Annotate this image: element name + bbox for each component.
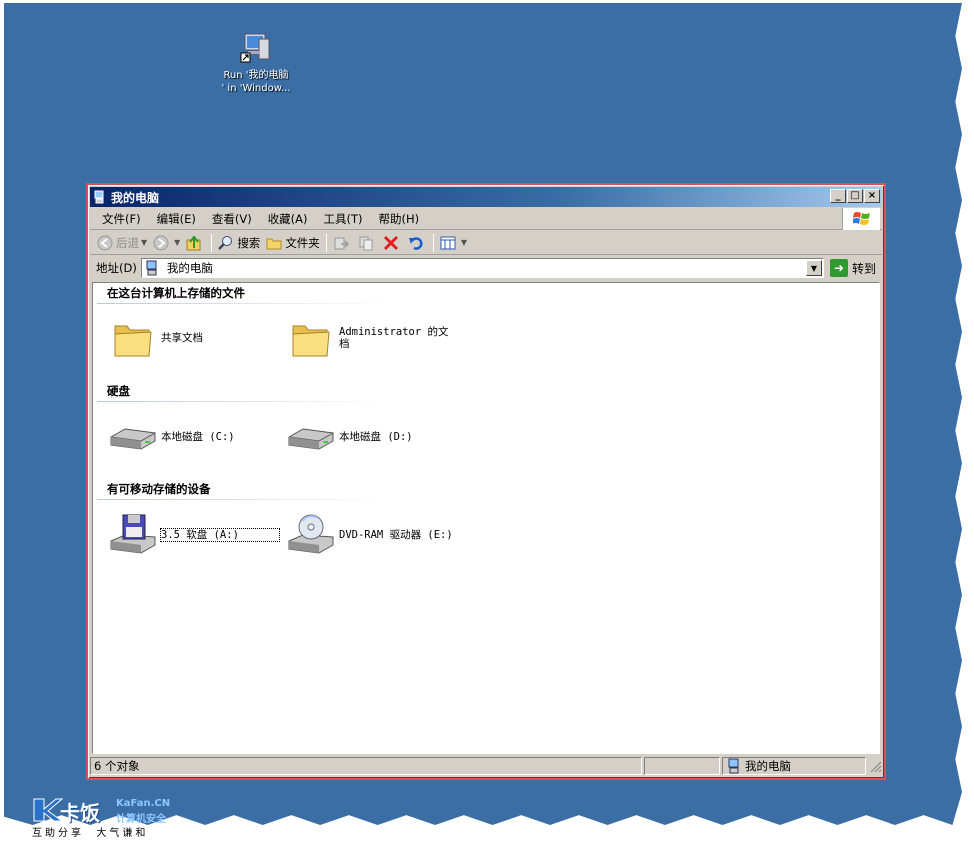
my-computer-icon [93, 190, 107, 204]
folders-label: 文件夹 [285, 235, 320, 250]
search-label: 搜索 [237, 235, 261, 250]
search-button[interactable]: 搜索 [215, 232, 263, 254]
copy-to-icon [358, 235, 374, 251]
my-computer-icon [726, 758, 742, 774]
list-item-disk-c[interactable]: 本地磁盘 (C:) [109, 415, 279, 459]
hard-disk-icon [109, 415, 157, 459]
group-header-hard-disks: 硬盘 [97, 383, 387, 402]
undo-button[interactable] [405, 232, 430, 254]
window-title: 我的电脑 [111, 190, 160, 205]
computer-shortcut-icon [239, 31, 273, 65]
views-button[interactable]: ▼ [437, 232, 470, 254]
resize-grip-icon[interactable] [868, 759, 882, 773]
close-button[interactable]: × [864, 189, 880, 203]
list-item-shared-docs[interactable]: 共享文档 [109, 316, 279, 360]
dvd-drive-icon [287, 513, 335, 557]
item-label: 本地磁盘 (C:) [161, 431, 235, 443]
list-item-floppy-a[interactable]: 3.5 软盘 (A:) [109, 513, 280, 557]
delete-x-icon [383, 235, 399, 251]
move-to-icon [333, 235, 349, 251]
group-header-stored-files: 在这台计算机上存储的文件 [97, 285, 387, 304]
folder-icon [109, 316, 157, 360]
views-grid-icon [440, 235, 456, 251]
title-bar[interactable]: 我的电脑 _ □ × [90, 187, 882, 207]
address-input[interactable]: 我的电脑 ▼ [140, 258, 824, 278]
windows-logo-icon [842, 208, 880, 230]
status-count: 6 个对象 [90, 757, 642, 775]
back-arrow-icon [97, 235, 113, 251]
toolbar: 后退 ▼ ▼ 搜索 文件夹 ▼ [90, 231, 882, 255]
my-computer-icon [144, 260, 160, 276]
list-item-dvd-e[interactable]: DVD-RAM 驱动器 (E:) [287, 513, 457, 557]
status-location: 我的电脑 [722, 757, 866, 775]
chevron-down-icon: ▼ [460, 238, 467, 247]
address-label: 地址(D) [96, 261, 137, 275]
menu-tools[interactable]: 工具(T) [316, 209, 371, 229]
copy-to-button[interactable] [355, 232, 380, 254]
folders-button[interactable]: 文件夹 [263, 232, 323, 254]
chevron-down-icon: ▼ [174, 238, 181, 247]
menu-favorites[interactable]: 收藏(A) [260, 209, 316, 229]
go-button[interactable]: ➜ 转到 [829, 259, 876, 277]
chevron-down-icon: ▼ [141, 238, 148, 247]
shortcut-label-line2: ' in 'Window... [221, 83, 291, 94]
maximize-button[interactable]: □ [847, 189, 863, 203]
address-bar: 地址(D) 我的电脑 ▼ ➜ 转到 [90, 256, 882, 280]
watermark-slogan: 互助分享 大气谦和 [32, 828, 149, 839]
up-folder-button[interactable] [183, 232, 208, 254]
watermark-tag: 计算机安全 [116, 814, 166, 825]
shortcut-label-line1: Run '我的电脑 [223, 70, 289, 81]
watermark-logo: 卡饭 KaFan.CN 计算机安全 互助分享 大气谦和 [30, 797, 190, 839]
watermark-site: KaFan.CN [116, 798, 171, 809]
group-header-removable: 有可移动存储的设备 [97, 481, 387, 500]
list-item-disk-d[interactable]: 本地磁盘 (D:) [287, 415, 457, 459]
list-item-admin-docs[interactable]: Administrator 的文档 [287, 316, 457, 360]
move-to-button[interactable] [330, 232, 355, 254]
menu-file[interactable]: 文件(F) [94, 209, 149, 229]
forward-button[interactable]: ▼ [150, 232, 183, 254]
item-label: 共享文档 [161, 332, 203, 344]
folder-up-icon [186, 234, 202, 251]
folder-icon [287, 316, 335, 360]
go-arrow-icon: ➜ [829, 259, 848, 277]
go-label: 转到 [851, 261, 876, 276]
address-value: 我的电脑 [166, 261, 213, 275]
address-dropdown-button[interactable]: ▼ [805, 260, 822, 276]
back-button[interactable]: 后退 ▼ [94, 232, 150, 254]
status-blank [644, 757, 720, 775]
back-label: 后退 [116, 235, 139, 250]
delete-button[interactable] [380, 232, 405, 254]
item-label: DVD-RAM 驱动器 (E:) [339, 529, 453, 541]
item-label: 3.5 软盘 (A:) [160, 528, 280, 542]
menu-edit[interactable]: 编辑(E) [149, 209, 204, 229]
watermark-brand: 卡饭 [60, 801, 100, 825]
status-location-label: 我的电脑 [745, 759, 791, 773]
menu-help[interactable]: 帮助(H) [371, 209, 428, 229]
menu-bar: 文件(F) 编辑(E) 查看(V) 收藏(A) 工具(T) 帮助(H) [90, 208, 882, 230]
status-bar: 6 个对象 我的电脑 [90, 756, 882, 776]
minimize-button[interactable]: _ [830, 189, 846, 203]
item-label: Administrator 的文档 [339, 326, 449, 350]
floppy-drive-icon [109, 513, 157, 557]
folder-icon [266, 235, 282, 251]
content-pane: 在这台计算机上存储的文件 共享文档 Administrator 的文档 硬盘 本… [92, 282, 880, 754]
hard-disk-icon [287, 415, 335, 459]
search-icon [218, 235, 234, 251]
explorer-window: 我的电脑 _ □ × 文件(F) 编辑(E) 查看(V) 收藏(A) 工具(T)… [86, 183, 886, 780]
desktop-shortcut[interactable]: Run '我的电脑 ' in 'Window... [216, 31, 296, 95]
undo-icon [408, 235, 424, 251]
menu-view[interactable]: 查看(V) [204, 209, 260, 229]
item-label: 本地磁盘 (D:) [339, 431, 413, 443]
forward-arrow-icon [153, 235, 169, 251]
